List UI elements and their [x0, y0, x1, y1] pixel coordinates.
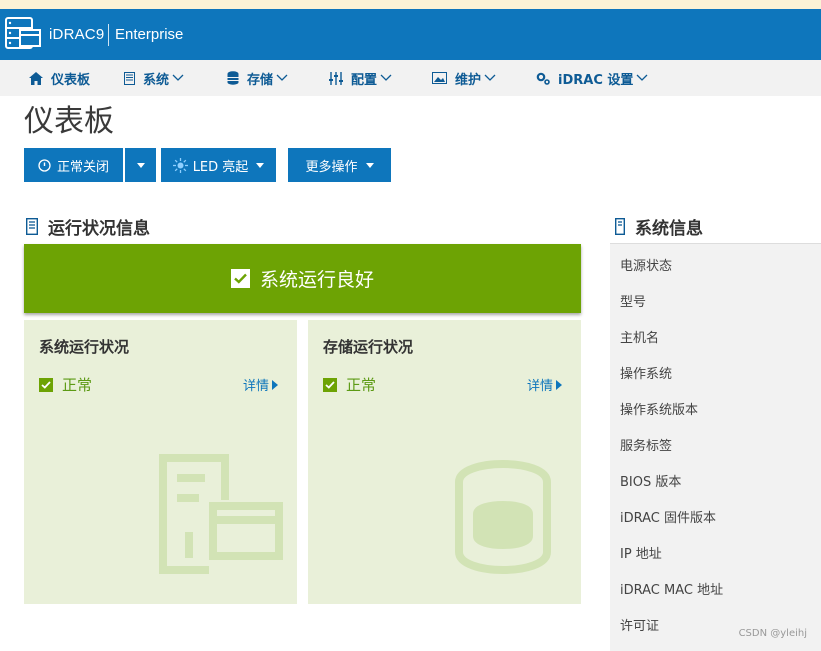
sun-icon	[172, 157, 188, 173]
nav-label: 配置	[351, 72, 378, 88]
info-row-idrac-firmware: iDRAC 固件版本	[620, 511, 717, 526]
overall-health-text: 系统运行良好	[259, 269, 374, 291]
gears-icon	[536, 72, 550, 85]
details-label: 详情	[242, 379, 269, 394]
checkbox-check-icon	[39, 377, 53, 392]
nav-item-configuration[interactable]: 配置	[329, 60, 400, 96]
health-section-title: 运行状况信息	[26, 214, 150, 239]
info-row-hostname: 主机名	[620, 331, 660, 346]
caret-right-icon	[272, 379, 278, 390]
nav-item-storage[interactable]: 存储	[227, 60, 296, 96]
section-label: 系统信息	[635, 219, 703, 239]
main-nav: 仪表板 系统 存储 配置 维护 iDRAC 设置	[0, 60, 821, 96]
power-dropdown-button[interactable]	[125, 148, 156, 182]
server-icon	[615, 218, 625, 235]
info-row-license: 许可证	[620, 619, 660, 634]
health-status: 正常	[39, 374, 92, 395]
sysinfo-section-title: 系统信息	[615, 214, 703, 239]
info-row-idrac-mac: iDRAC MAC 地址	[620, 583, 724, 598]
caret-down-icon	[365, 162, 374, 168]
chevron-down-icon	[172, 74, 184, 81]
chevron-down-icon	[636, 74, 648, 81]
info-row-os: 操作系统	[620, 367, 673, 382]
checkbox-check-icon	[323, 377, 337, 392]
status-text: 正常	[62, 376, 93, 394]
info-row-bios-version: BIOS 版本	[620, 475, 682, 490]
details-label: 详情	[526, 379, 553, 394]
edition-label: Enterprise	[115, 26, 184, 43]
led-label: LED 亮起	[192, 159, 249, 175]
more-actions-label: 更多操作	[305, 159, 358, 175]
shutdown-label: 正常关闭	[56, 159, 109, 175]
system-health-card: 系统运行状况 正常 详情	[24, 320, 297, 604]
chevron-down-icon	[380, 74, 392, 81]
nav-label: 存储	[247, 72, 274, 88]
info-row-os-version: 操作系统版本	[620, 403, 699, 418]
nav-item-maintenance[interactable]: 维护	[432, 60, 504, 96]
info-row-service-tag: 服务标签	[620, 439, 673, 454]
graceful-shutdown-button[interactable]: 正常关闭	[24, 148, 123, 182]
app-header: iDRAC9 Enterprise	[0, 9, 821, 60]
status-text: 正常	[346, 376, 377, 394]
nav-item-dashboard[interactable]: 仪表板	[29, 60, 90, 96]
details-link[interactable]: 详情	[243, 375, 278, 394]
overall-health-banner: 系统运行良好	[24, 244, 581, 313]
header-divider	[108, 24, 109, 46]
watermark: CSDN @yleihj	[738, 628, 807, 639]
nav-label: 维护	[455, 72, 482, 88]
caret-right-icon	[556, 379, 562, 390]
info-row-model: 型号	[620, 295, 647, 310]
storage-health-card: 存储运行状况 正常 详情	[308, 320, 581, 604]
idrac-logo-icon	[5, 17, 41, 49]
nav-item-idrac-settings[interactable]: iDRAC 设置	[536, 60, 656, 96]
nav-item-system[interactable]: 系统	[124, 60, 192, 96]
database-icon	[227, 71, 239, 85]
top-strip	[0, 0, 821, 9]
info-row-power-state: 电源状态	[620, 259, 673, 274]
nav-label: iDRAC 设置	[558, 72, 634, 88]
nav-label: 系统	[143, 72, 170, 88]
chevron-down-icon	[276, 74, 288, 81]
health-status: 正常	[323, 374, 376, 395]
power-icon	[38, 158, 51, 172]
server-illustration-icon	[159, 454, 283, 574]
card-title: 系统运行状况	[39, 338, 130, 356]
info-row-ip-address: IP 地址	[620, 547, 662, 562]
card-title: 存储运行状况	[323, 338, 414, 356]
disk-illustration-icon	[455, 460, 551, 574]
led-identify-button[interactable]: LED 亮起	[161, 148, 276, 182]
server-icon	[124, 71, 135, 85]
page-title: 仪表板	[24, 104, 114, 139]
system-info-panel: 电源状态 型号 主机名 操作系统 操作系统版本 服务标签 BIOS 版本 iDR…	[610, 243, 821, 651]
chevron-down-icon	[484, 74, 496, 81]
nav-label: 仪表板	[51, 72, 91, 88]
checkbox-check-icon	[230, 269, 250, 288]
section-label: 运行状况信息	[48, 219, 150, 239]
more-actions-button[interactable]: 更多操作	[288, 148, 391, 182]
caret-down-icon	[256, 162, 265, 168]
image-icon	[432, 72, 447, 84]
brand-name: iDRAC9	[49, 26, 105, 43]
sliders-icon	[329, 71, 343, 85]
details-link[interactable]: 详情	[527, 375, 562, 394]
server-icon	[26, 218, 38, 235]
caret-down-icon	[136, 162, 145, 168]
home-icon	[29, 71, 43, 85]
